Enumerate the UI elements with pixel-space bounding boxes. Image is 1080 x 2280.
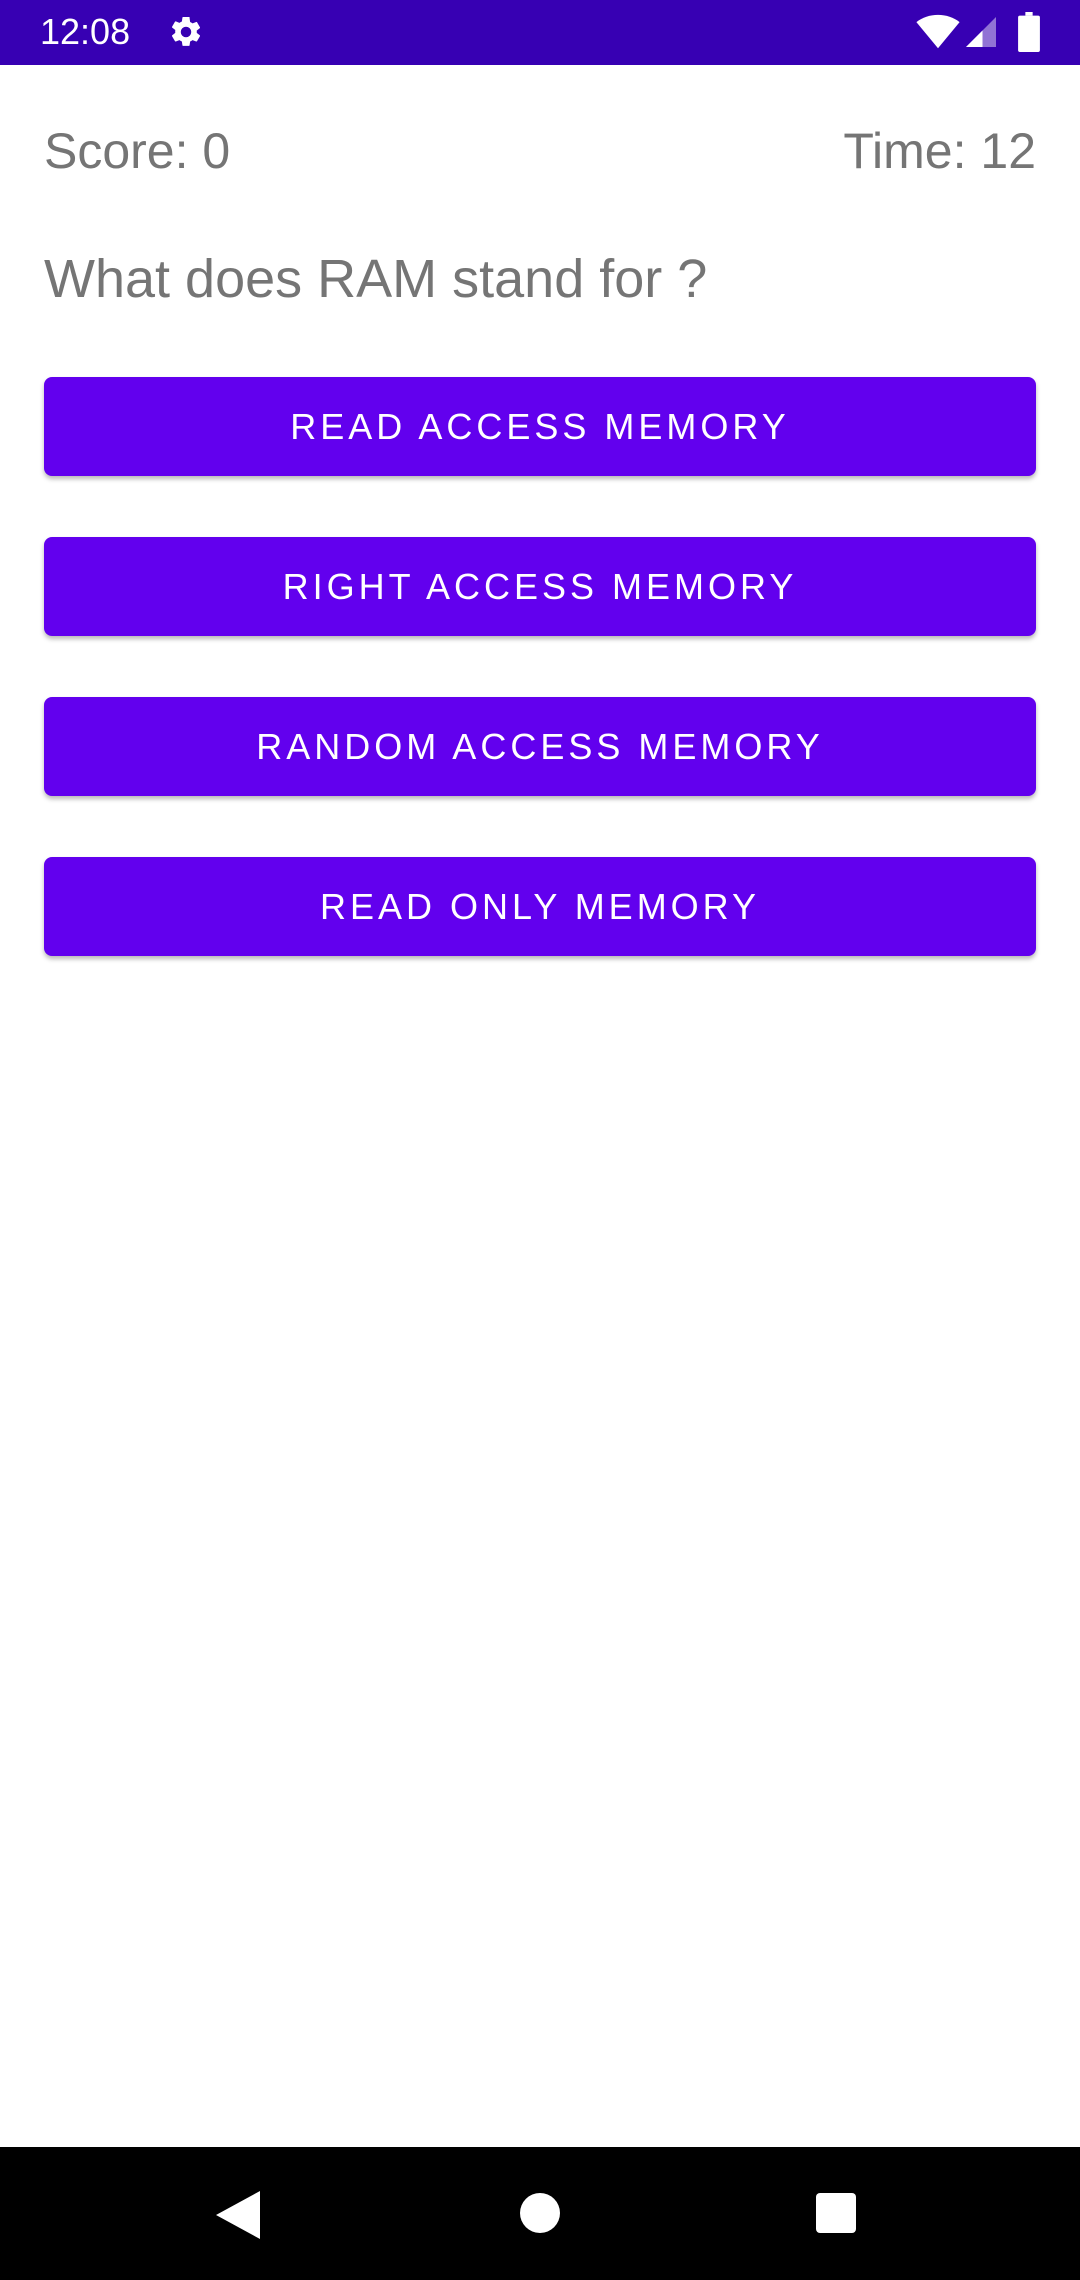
status-bar: 12:08 xyxy=(0,0,1080,65)
score-label: Score: 0 xyxy=(44,123,231,179)
navigation-bar xyxy=(0,2147,1080,2280)
answer-button-2[interactable]: RIGHT ACCESS MEMORY xyxy=(44,537,1036,636)
back-icon[interactable] xyxy=(216,2191,260,2239)
status-time: 12:08 xyxy=(40,11,131,52)
quiz-screen: Score: 0 Time: 12 What does RAM stand fo… xyxy=(0,65,1080,2147)
timer-label: Time: 12 xyxy=(843,123,1036,179)
battery-icon xyxy=(1018,12,1040,52)
signal-icon xyxy=(966,17,996,47)
wifi-icon xyxy=(916,14,960,49)
answer-button-3[interactable]: RANDOM ACCESS MEMORY xyxy=(44,697,1036,796)
recents-icon[interactable] xyxy=(816,2193,856,2233)
home-icon[interactable] xyxy=(520,2193,560,2233)
answer-button-4[interactable]: READ ONLY MEMORY xyxy=(44,857,1036,956)
question-text: What does RAM stand for ? xyxy=(44,249,708,309)
answer-button-1[interactable]: READ ACCESS MEMORY xyxy=(44,377,1036,476)
gear-icon xyxy=(171,16,201,46)
